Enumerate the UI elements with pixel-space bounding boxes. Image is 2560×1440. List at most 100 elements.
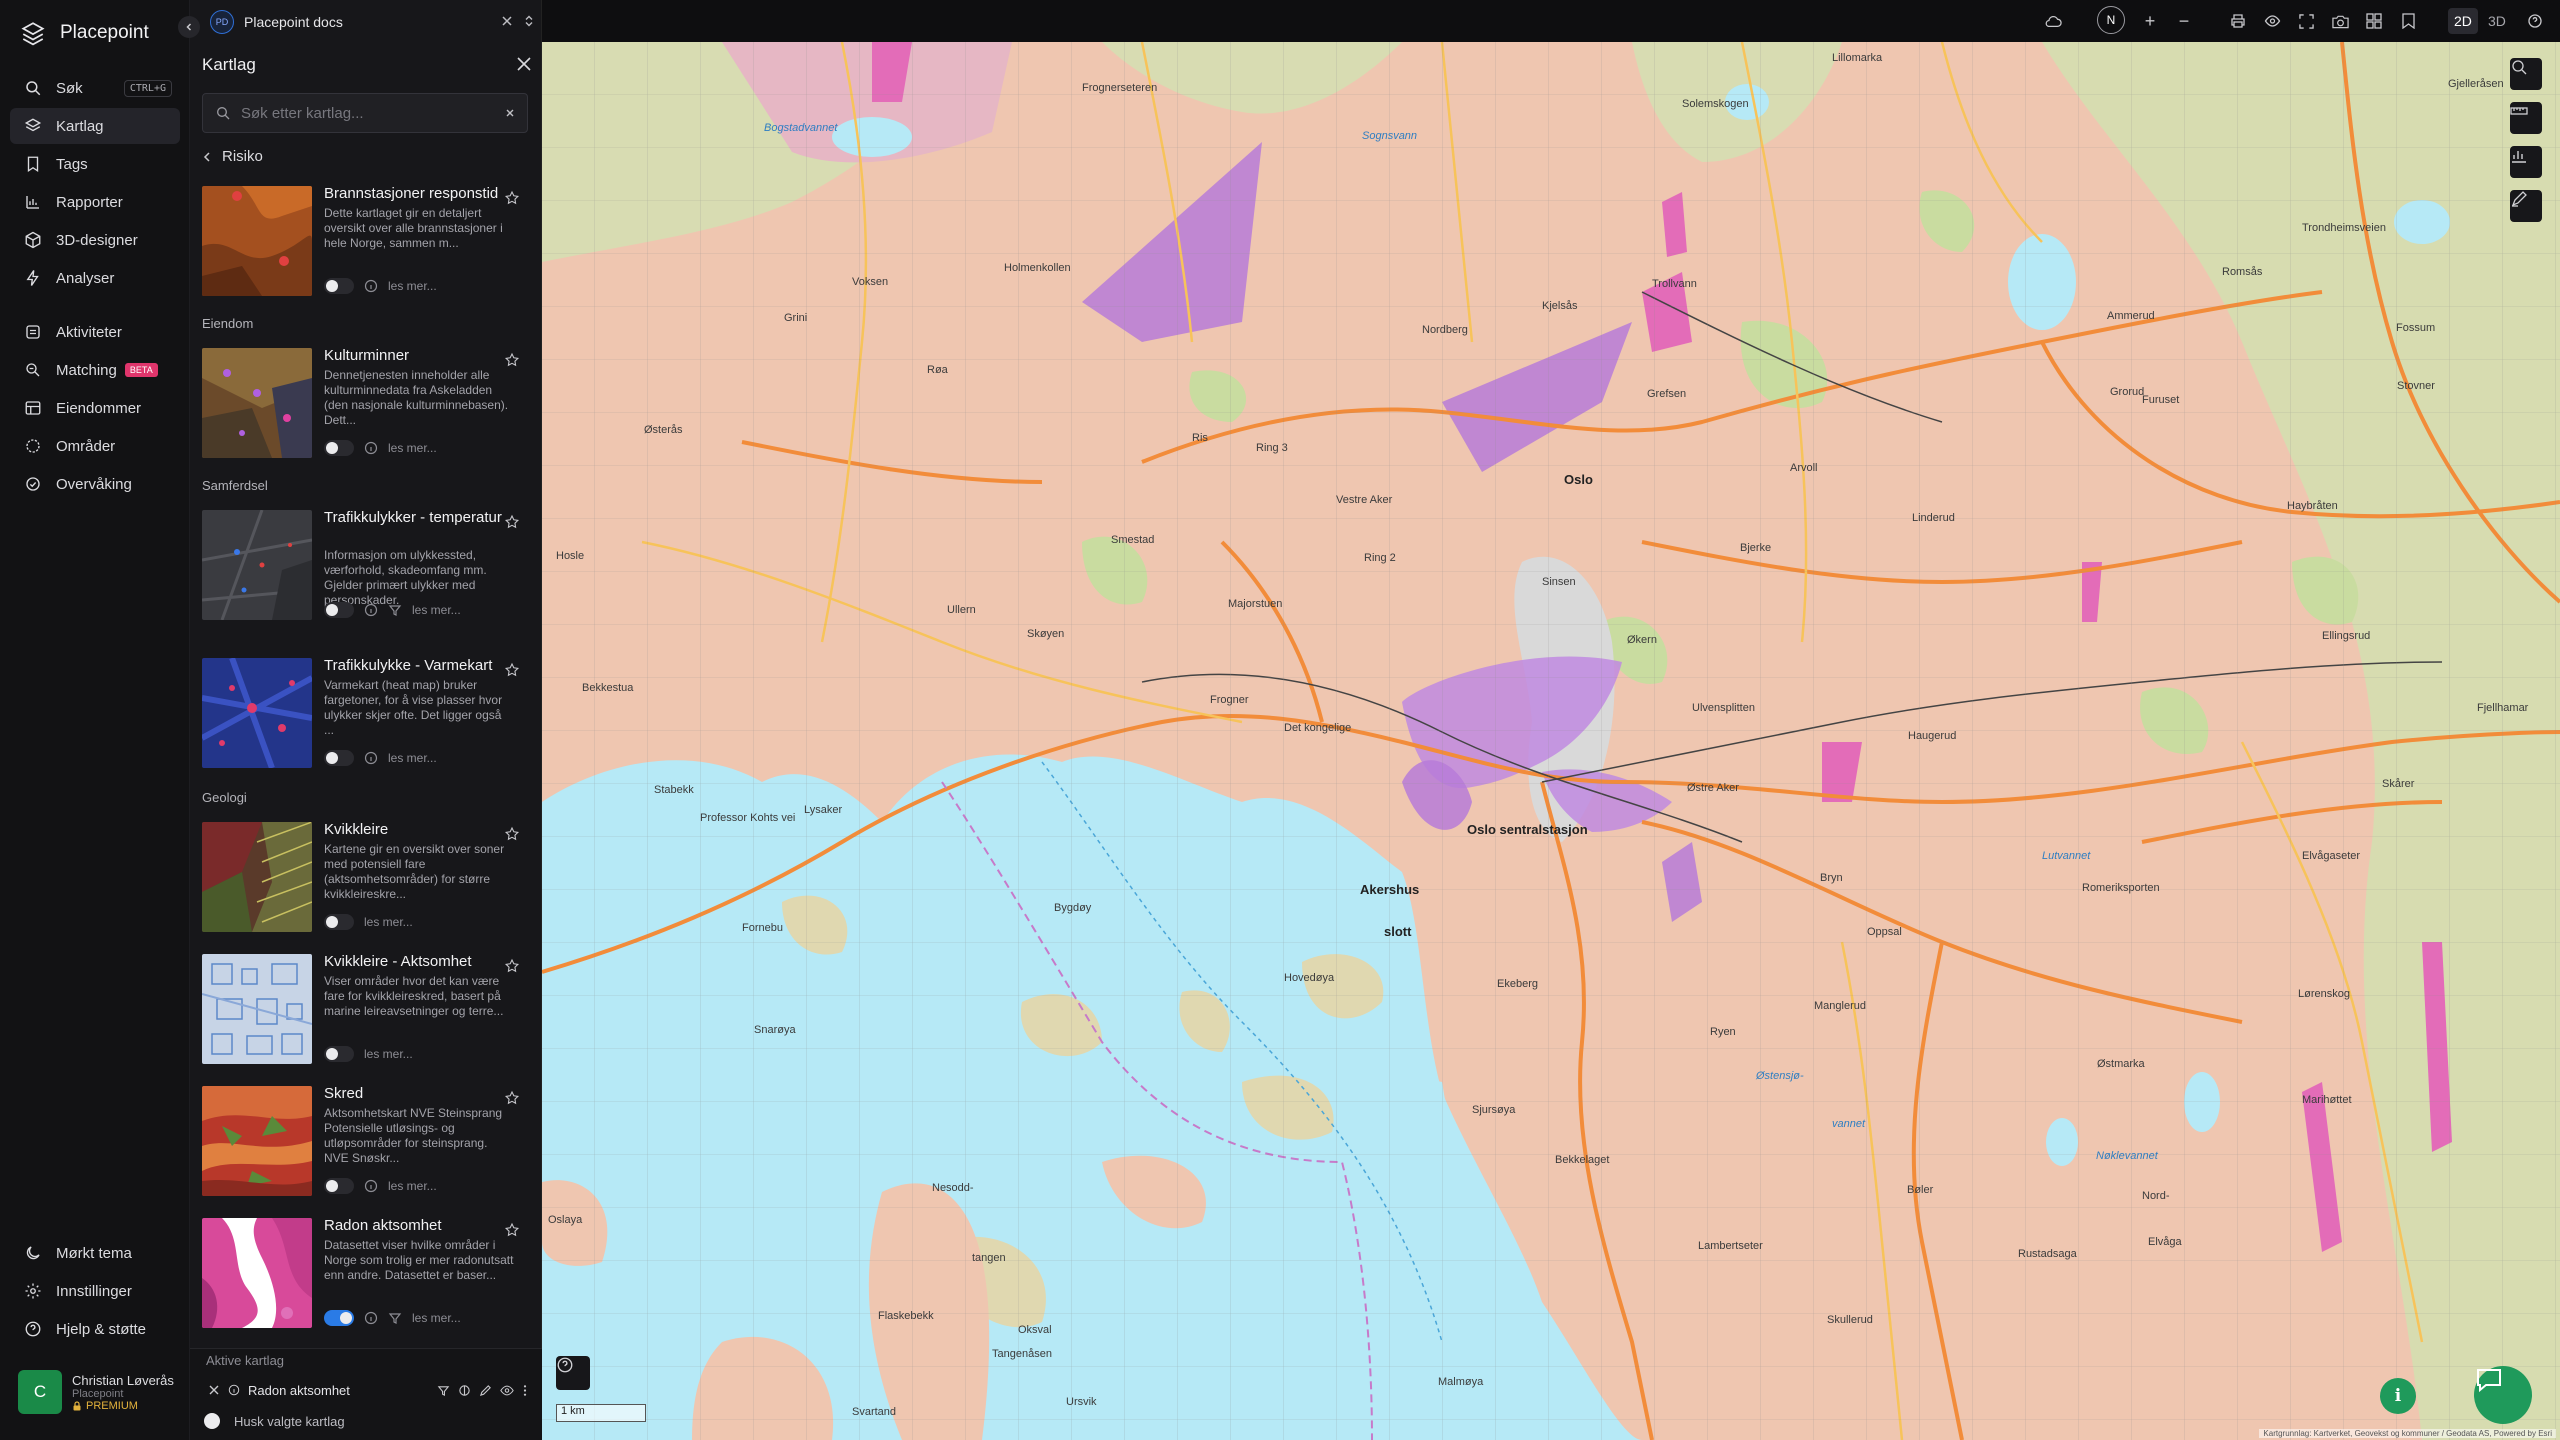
- filter-icon[interactable]: [388, 1311, 402, 1325]
- star-icon[interactable]: [504, 826, 520, 842]
- user-profile[interactable]: C Christian Løverås Placepoint PREMIUM: [18, 1370, 174, 1414]
- map-tool-draw[interactable]: [2510, 190, 2542, 222]
- cloud-sync-button[interactable]: [2042, 10, 2064, 32]
- info-icon[interactable]: [364, 1311, 378, 1325]
- layer-card-brannstasjoner[interactable]: Brannstasjoner responstid Dette kartlage…: [202, 186, 526, 298]
- read-more-link[interactable]: les mer...: [388, 441, 437, 455]
- basemap: [542, 42, 2560, 1440]
- eye-icon[interactable]: [500, 1384, 514, 1397]
- star-icon[interactable]: [504, 1090, 520, 1106]
- info-icon[interactable]: [364, 279, 378, 293]
- read-more-link[interactable]: les mer...: [388, 751, 437, 765]
- star-icon[interactable]: [504, 1222, 520, 1238]
- mode-2d-button[interactable]: 2D: [2448, 8, 2478, 34]
- filter-icon[interactable]: [437, 1384, 450, 1397]
- layer-toggle[interactable]: [324, 1310, 354, 1326]
- collapse-sidebar-button[interactable]: [178, 16, 200, 38]
- zoom-out-button[interactable]: −: [2173, 10, 2195, 32]
- info-icon[interactable]: [364, 441, 378, 455]
- read-more-link[interactable]: les mer...: [364, 915, 413, 929]
- layer-card-kulturminner[interactable]: Kulturminner Dennetjenesten inneholder a…: [202, 348, 526, 460]
- layer-search[interactable]: [202, 93, 528, 133]
- layer-description: Datasettet viser hvilke områder i Norge …: [324, 1238, 514, 1282]
- dark-theme-toggle[interactable]: Mørkt tema: [10, 1235, 180, 1271]
- star-icon[interactable]: [504, 958, 520, 974]
- map-tool-measure[interactable]: [2510, 102, 2542, 134]
- layer-card-kvikkleire[interactable]: Kvikkleire Kartene gir en oversikt over …: [202, 822, 526, 934]
- layer-toggle[interactable]: [324, 278, 354, 294]
- edit-icon[interactable]: [479, 1384, 492, 1397]
- bookmark-button[interactable]: [2397, 10, 2419, 32]
- star-icon[interactable]: [504, 190, 520, 206]
- star-icon[interactable]: [504, 662, 520, 678]
- close-icon[interactable]: [514, 54, 534, 74]
- nav-item-tags[interactable]: Tags: [10, 146, 180, 182]
- active-layer-row[interactable]: Radon aktsomhet: [208, 1379, 528, 1401]
- print-button[interactable]: [2227, 10, 2249, 32]
- active-layers: Aktive kartlag Radon aktsomhet Husk valg…: [190, 1348, 542, 1440]
- visibility-button[interactable]: [2261, 10, 2283, 32]
- info-button[interactable]: i: [2380, 1378, 2416, 1414]
- chat-button[interactable]: [2474, 1366, 2532, 1424]
- nav-item-aktiviteter[interactable]: Aktiviteter: [10, 314, 180, 350]
- map-help-button[interactable]: [556, 1356, 590, 1390]
- chevron-updown-icon[interactable]: [522, 14, 536, 28]
- more-vertical-icon[interactable]: [522, 1384, 528, 1397]
- zoom-in-button[interactable]: +: [2139, 10, 2161, 32]
- nav-item-innstillinger[interactable]: Innstillinger: [10, 1273, 180, 1309]
- layer-toggle[interactable]: [324, 1046, 354, 1062]
- screenshot-button[interactable]: [2329, 10, 2351, 32]
- help-button[interactable]: [2524, 10, 2546, 32]
- nav-item-omrader[interactable]: Områder: [10, 428, 180, 464]
- layer-toggle[interactable]: [324, 440, 354, 456]
- clear-search-icon[interactable]: [505, 108, 515, 118]
- breadcrumb[interactable]: Risiko: [202, 148, 263, 165]
- read-more-link[interactable]: les mer...: [412, 603, 461, 617]
- layer-card-radon-aktsomhet[interactable]: Radon aktsomhet Datasettet viser hvilke …: [202, 1218, 526, 1330]
- nav-item-kartlag[interactable]: Kartlag: [10, 108, 180, 144]
- map-canvas[interactable]: Oslo Oslo sentralstasjon Akershus slott Frog…: [542, 42, 2560, 1440]
- info-icon[interactable]: [364, 1179, 378, 1193]
- document-tab[interactable]: PD Placepoint docs: [210, 8, 540, 36]
- read-more-link[interactable]: les mer...: [388, 1179, 437, 1193]
- info-icon[interactable]: [364, 603, 378, 617]
- nav-item-rapporter[interactable]: Rapporter: [10, 184, 180, 220]
- nav-item-search[interactable]: Søk CTRL+G: [10, 70, 180, 106]
- document-title: Placepoint docs: [244, 14, 343, 30]
- filter-icon[interactable]: [388, 603, 402, 617]
- close-document-icon[interactable]: [500, 14, 514, 28]
- nav-item-matching[interactable]: Matching BETA: [10, 352, 180, 388]
- star-icon[interactable]: [504, 352, 520, 368]
- brand[interactable]: Placepoint: [20, 18, 149, 48]
- read-more-link[interactable]: les mer...: [364, 1047, 413, 1061]
- opacity-icon[interactable]: [458, 1384, 471, 1397]
- map-label: Økern: [1627, 634, 1657, 646]
- read-more-link[interactable]: les mer...: [412, 1311, 461, 1325]
- map-tool-identify[interactable]: [2510, 58, 2542, 90]
- remove-layer-icon[interactable]: [208, 1384, 220, 1396]
- layer-card-kvikkleire-aktsomhet[interactable]: Kvikkleire - Aktsomhet Viser områder hvo…: [202, 954, 526, 1066]
- nav-item-analyser[interactable]: Analyser: [10, 260, 180, 296]
- nav-item-eiendommer[interactable]: Eiendommer: [10, 390, 180, 426]
- layer-card-trafikkulykke-varmekart[interactable]: Trafikkulykke - Varmekart Varmekart (hea…: [202, 658, 526, 770]
- star-icon[interactable]: [504, 514, 520, 530]
- info-icon[interactable]: [364, 751, 378, 765]
- layer-toggle[interactable]: [324, 1178, 354, 1194]
- remember-layers-option[interactable]: Husk valgte kartlag: [204, 1413, 345, 1429]
- nav-item-3d-designer[interactable]: 3D-designer: [10, 222, 180, 258]
- read-more-link[interactable]: les mer...: [388, 279, 437, 293]
- remember-layers-radio[interactable]: [204, 1413, 220, 1429]
- layer-card-skred[interactable]: Skred Aktsomhetskart NVE Steinsprang Pot…: [202, 1086, 526, 1198]
- fullscreen-button[interactable]: [2295, 10, 2317, 32]
- layer-toggle[interactable]: [324, 750, 354, 766]
- nav-item-help[interactable]: Hjelp & støtte: [10, 1311, 180, 1347]
- layer-toggle[interactable]: [324, 914, 354, 930]
- map-tool-statistics[interactable]: [2510, 146, 2542, 178]
- compass-button[interactable]: N: [2097, 6, 2125, 34]
- nav-item-overvaking[interactable]: Overvåking: [10, 466, 180, 502]
- layer-search-input[interactable]: [241, 104, 495, 122]
- layout-button[interactable]: [2363, 10, 2385, 32]
- mode-3d-button[interactable]: 3D: [2482, 8, 2512, 34]
- layer-toggle[interactable]: [324, 602, 354, 618]
- layer-card-trafikkulykker-temperatur[interactable]: Trafikkulykker - temperatur Informasjon …: [202, 510, 526, 622]
